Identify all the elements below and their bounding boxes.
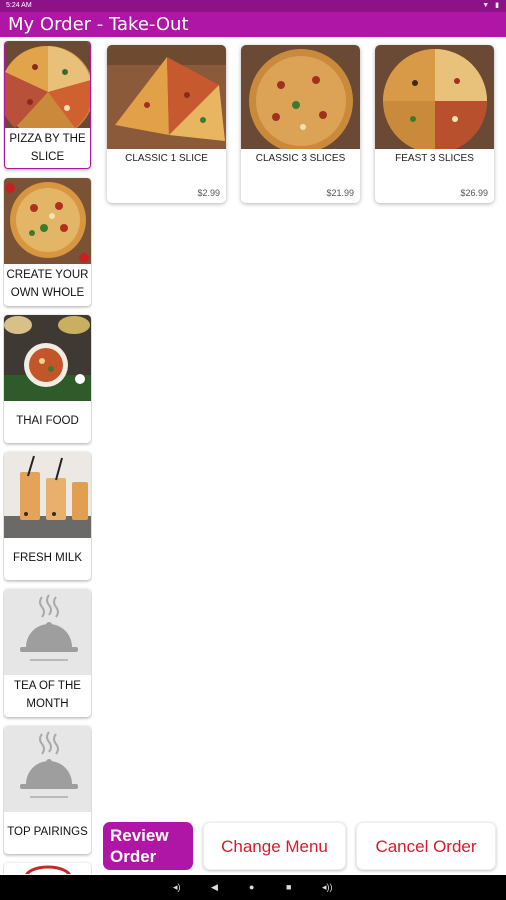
back-icon[interactable]: ◀ [211, 875, 218, 900]
category-label: CREATE YOUR OWN WHOLE [6, 269, 89, 299]
status-bar: 5:24 AM ▼ ▮ [0, 0, 506, 12]
category-partial-next[interactable] [4, 863, 91, 874]
cancel-order-button[interactable]: Cancel Order [356, 822, 496, 870]
category-label: TEA OF THE MONTH [14, 680, 81, 710]
category-sidebar[interactable]: PIZZA BY THE SLICE CREATE YOUR OWN WHOLE [3, 40, 92, 874]
category-create-your-own-whole[interactable]: CREATE YOUR OWN WHOLE [4, 178, 91, 306]
volume-down-icon[interactable]: ◂) [173, 875, 181, 900]
category-fresh-milk[interactable]: FRESH MILK [4, 452, 91, 580]
category-image [4, 863, 91, 874]
item-price: $26.99 [460, 188, 488, 198]
review-order-button[interactable]: Review Order [103, 822, 193, 870]
menu-item-classic-1-slice[interactable]: CLASSIC 1 SLICE $2.99 [107, 45, 226, 203]
home-icon[interactable]: ● [249, 875, 254, 900]
change-menu-button[interactable]: Change Menu [203, 822, 346, 870]
category-thai-food[interactable]: THAI FOOD [4, 315, 91, 443]
item-price: $21.99 [326, 188, 354, 198]
menu-item-classic-3-slices[interactable]: CLASSIC 3 SLICES $21.99 [241, 45, 360, 203]
item-image [107, 45, 226, 149]
category-label: FRESH MILK [12, 552, 82, 564]
category-image [5, 42, 90, 128]
recents-icon[interactable]: ■ [286, 875, 291, 900]
category-image [4, 452, 91, 538]
item-price: $2.99 [197, 188, 220, 198]
placeholder-cloche-icon [4, 589, 91, 675]
status-time: 5:24 AM [6, 2, 32, 9]
category-label: PIZZA BY THE SLICE [9, 133, 86, 163]
status-icons: ▼ ▮ [482, 2, 501, 9]
menu-item-feast-3-slices[interactable]: FEAST 3 SLICES $26.99 [375, 45, 494, 203]
item-name: FEAST 3 SLICES [395, 153, 474, 164]
category-image [4, 315, 91, 401]
placeholder-cloche-icon [4, 726, 91, 812]
category-label: TOP PAIRINGS [7, 826, 88, 838]
volume-up-icon[interactable]: ◂)) [322, 875, 333, 900]
system-nav-bar: ◂) ◀ ● ■ ◂)) [0, 875, 506, 900]
app-bar: My Order - Take-Out [0, 12, 506, 37]
item-image [241, 45, 360, 149]
item-name: CLASSIC 1 SLICE [125, 153, 208, 164]
page-title: My Order - Take-Out [8, 14, 189, 35]
category-tea-of-the-month[interactable]: TEA OF THE MONTH [4, 589, 91, 717]
category-top-pairings[interactable]: TOP PAIRINGS [4, 726, 91, 854]
item-image [375, 45, 494, 149]
category-image [4, 178, 91, 264]
item-name: CLASSIC 3 SLICES [255, 153, 346, 164]
category-label: THAI FOOD [16, 415, 79, 427]
category-pizza-by-the-slice[interactable]: PIZZA BY THE SLICE [4, 41, 91, 169]
